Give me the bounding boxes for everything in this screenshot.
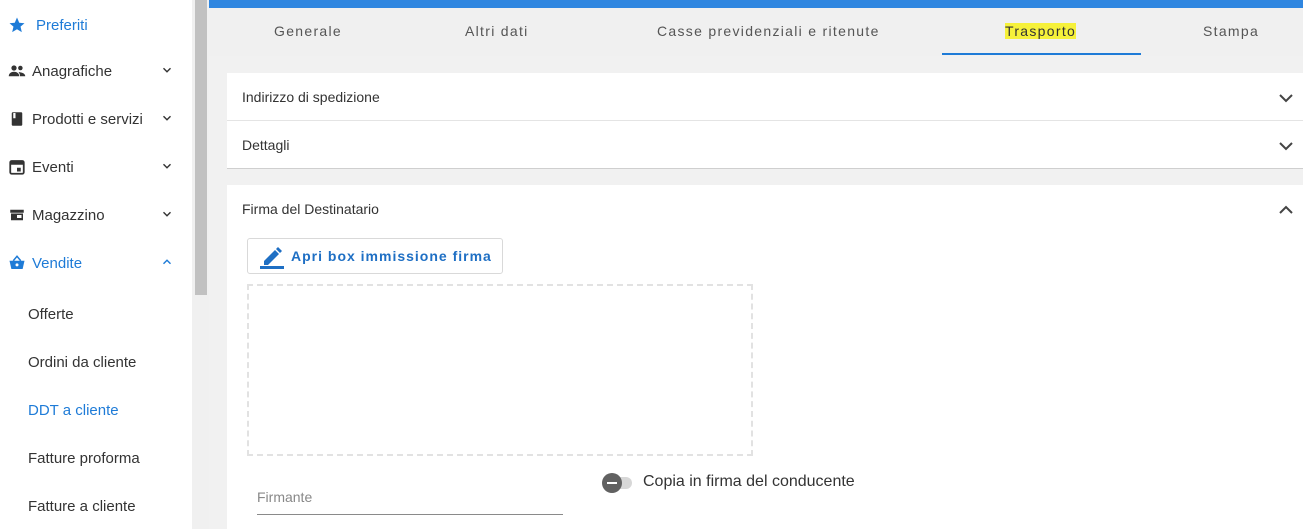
tab-altri-dati[interactable]: Altri dati [465, 23, 529, 39]
tab-label: Trasporto [1005, 23, 1077, 39]
panel-title: Dettagli [242, 137, 290, 153]
toggle-knob [602, 473, 622, 493]
people-icon [8, 65, 26, 77]
active-tab-indicator [942, 53, 1141, 55]
sidebar-item-prodotti-e-servizi[interactable]: Prodotti e servizi [0, 96, 192, 144]
main-content: Generale Altri dati Casse previdenziali … [209, 0, 1303, 529]
sidebar-item-label: Magazzino [32, 207, 105, 224]
accordion-group: Indirizzo di spedizione Dettagli [227, 73, 1303, 169]
star-icon [9, 17, 25, 33]
chevron-down-icon [163, 163, 171, 169]
sidebar-item-eventi[interactable]: Eventi [0, 144, 192, 192]
minus-icon [607, 482, 617, 484]
calendar-icon [9, 160, 25, 175]
signer-placeholder: Firmante [257, 489, 313, 505]
sidebar-item-label: Eventi [32, 159, 74, 176]
basket-icon [9, 255, 25, 269]
tab-stampa[interactable]: Stampa [1203, 23, 1259, 39]
expand-icon [1279, 142, 1293, 151]
book-icon [11, 112, 23, 126]
panel-header-dettagli[interactable]: Dettagli [227, 121, 1303, 169]
top-accent-bar [209, 0, 1303, 8]
signature-canvas[interactable] [247, 284, 753, 456]
sidebar-subitem-ordini-da-cliente[interactable]: Ordini da cliente [28, 354, 136, 371]
panel-title: Firma del Destinatario [242, 201, 379, 217]
chevron-up-icon [163, 259, 171, 265]
chevron-down-icon [163, 67, 171, 73]
tab-generale[interactable]: Generale [274, 23, 342, 39]
sidebar-subitem-ddt-a-cliente[interactable]: DDT a cliente [28, 402, 119, 419]
sidebar: Preferiti Anagrafiche Prodotti e servizi… [0, 0, 192, 529]
tab-bar: Generale Altri dati Casse previdenziali … [209, 8, 1303, 56]
sidebar-item-preferiti[interactable]: Preferiti [0, 2, 192, 50]
sidebar-subitem-fatture-a-cliente[interactable]: Fatture a cliente [28, 498, 136, 515]
sidebar-item-anagrafiche[interactable]: Anagrafiche [0, 48, 192, 96]
sidebar-subitem-fatture-proforma[interactable]: Fatture proforma [28, 450, 140, 467]
sidebar-item-vendite[interactable]: Vendite [0, 240, 192, 288]
toggle-label: Copia in firma del conducente [643, 473, 855, 490]
pen-icon [260, 247, 284, 269]
expand-icon [1279, 94, 1293, 103]
sidebar-item-label: Vendite [32, 255, 83, 272]
sidebar-item-label: Preferiti [36, 17, 88, 34]
button-label: Apri box immissione firma [291, 248, 492, 264]
panel-title: Indirizzo di spedizione [242, 89, 380, 105]
chevron-down-icon [163, 211, 171, 217]
sidebar-item-magazzino[interactable]: Magazzino [0, 192, 192, 240]
collapse-icon [1279, 205, 1293, 214]
sidebar-item-label: Anagrafiche [32, 63, 113, 80]
tab-trasporto[interactable]: Trasporto [1005, 23, 1077, 39]
sidebar-item-label: Prodotti e servizi [32, 111, 143, 128]
copy-driver-signature-toggle[interactable] [602, 472, 638, 493]
chevron-down-icon [163, 115, 171, 121]
sidebar-subitem-offerte[interactable]: Offerte [28, 306, 74, 323]
store-icon [10, 209, 24, 221]
sidebar-scrollbar-thumb[interactable] [195, 0, 207, 295]
tab-casse-previdenziali[interactable]: Casse previdenziali e ritenute [657, 23, 880, 39]
panel-header-firma-destinatario[interactable]: Firma del Destinatario [227, 185, 1303, 233]
panel-header-indirizzo-spedizione[interactable]: Indirizzo di spedizione [227, 73, 1303, 121]
divider [227, 168, 1303, 169]
open-signature-box-button[interactable]: Apri box immissione firma [247, 238, 503, 274]
signer-input[interactable]: Firmante [257, 480, 563, 515]
